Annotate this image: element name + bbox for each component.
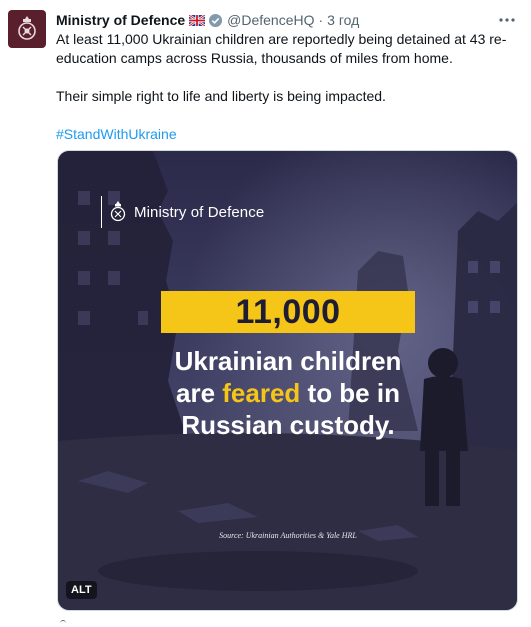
stat-highlight: 11,000 xyxy=(161,291,415,333)
tweet-media-image[interactable]: Ministry of Defence 11,000 Ukrainian chi… xyxy=(57,150,518,611)
tweet-paragraph-2: Their simple right to life and liberty i… xyxy=(56,88,386,104)
tweet-header: Ministry of Defence @DefenceHQ · 3 год xyxy=(56,10,523,30)
tweet-paragraph-1: At least 11,000 Ukrainian children are r… xyxy=(56,31,507,66)
author-name[interactable]: Ministry of Defence xyxy=(56,12,185,28)
image-source-caption: Source: Ukrainian Authorities & Yale HRL xyxy=(219,531,357,540)
more-horizontal-icon[interactable] xyxy=(497,10,517,30)
headline-text: are xyxy=(176,378,223,408)
reply-icon-partial[interactable] xyxy=(60,620,66,627)
separator-dot: · xyxy=(318,12,324,28)
stat-number: 11,000 xyxy=(235,292,341,331)
uk-flag-icon xyxy=(189,14,206,26)
author-handle[interactable]: @DefenceHQ xyxy=(227,12,314,28)
mod-crest-icon xyxy=(18,16,36,40)
tweet: Ministry of Defence @DefenceHQ · 3 год A… xyxy=(0,0,531,625)
logo-text: Ministry of Defence xyxy=(134,203,265,221)
mod-crest-icon xyxy=(110,201,126,222)
avatar[interactable] xyxy=(8,10,46,48)
mod-logo: Ministry of Defence xyxy=(101,196,264,228)
headline-line-2: are feared to be in xyxy=(158,377,418,409)
headline-text: to be in xyxy=(300,378,400,408)
hashtag-link[interactable]: #StandWithUkraine xyxy=(56,126,177,142)
alt-text-button[interactable]: ALT xyxy=(66,581,97,599)
headline-line-1: Ukrainian children xyxy=(174,346,402,376)
logo-divider xyxy=(101,196,102,228)
tweet-text: At least 11,000 Ukrainian children are r… xyxy=(56,30,518,163)
verified-badge-icon[interactable] xyxy=(208,13,223,28)
headline-line-3: Russian custody. xyxy=(181,410,395,440)
image-headline: Ukrainian children are feared to be in R… xyxy=(158,345,418,441)
tweet-time[interactable]: 3 год xyxy=(327,12,359,28)
headline-highlight: feared xyxy=(222,378,301,408)
